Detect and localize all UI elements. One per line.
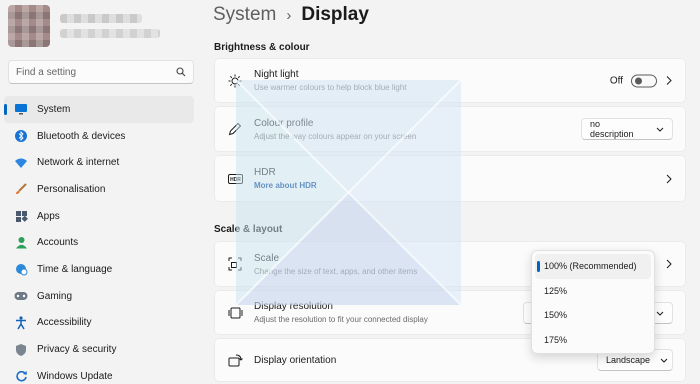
hdr-more-link[interactable]: More about HDR bbox=[254, 181, 317, 190]
sun-icon bbox=[227, 73, 243, 89]
user-profile[interactable] bbox=[8, 5, 160, 47]
search-input[interactable]: Find a setting bbox=[16, 67, 76, 78]
display-resolution-title: Display resolution bbox=[254, 301, 333, 312]
display-orientation-title: Display orientation bbox=[254, 354, 337, 366]
user-name-blurred bbox=[60, 14, 142, 23]
scale-title: Scale bbox=[254, 252, 280, 264]
sidebar-nav: System Bluetooth & devices Network & int… bbox=[0, 96, 200, 384]
sidebar-item-label: Gaming bbox=[37, 290, 73, 302]
update-icon bbox=[14, 369, 28, 383]
scale-option-150[interactable]: 150% bbox=[535, 303, 651, 328]
sidebar-item-label: Bluetooth & devices bbox=[37, 130, 126, 142]
search-icon[interactable] bbox=[176, 67, 186, 77]
sidebar-item-network[interactable]: Network & internet bbox=[4, 149, 194, 176]
chevron-down-icon bbox=[656, 308, 664, 318]
resolution-icon bbox=[227, 305, 243, 321]
colour-profile-subtitle: Adjust the way colours appear on your sc… bbox=[254, 131, 417, 141]
breadcrumb-parent[interactable]: System bbox=[213, 4, 276, 26]
hdr-icon: HDR bbox=[227, 171, 243, 187]
chevron-down-icon bbox=[656, 124, 664, 134]
scale-option-label: 100% (Recommended) bbox=[544, 261, 637, 272]
night-light-title: Night light bbox=[254, 69, 299, 80]
display-orientation-dropdown-value: Landscape bbox=[606, 355, 651, 365]
scale-option-175[interactable]: 175% bbox=[535, 328, 651, 353]
section-title-scale-layout: Scale & layout bbox=[214, 224, 283, 235]
accessibility-icon bbox=[14, 316, 28, 330]
globe-clock-icon bbox=[14, 262, 28, 276]
night-light-toggle[interactable] bbox=[631, 74, 657, 87]
sidebar-item-label: Time & language bbox=[37, 263, 113, 275]
hdr-title: HDR bbox=[254, 167, 276, 178]
sidebar-item-label: Privacy & security bbox=[37, 344, 117, 356]
scale-icon bbox=[227, 256, 243, 272]
account-icon bbox=[14, 236, 28, 250]
sidebar-item-apps[interactable]: Apps bbox=[4, 203, 194, 230]
brush-icon bbox=[14, 182, 28, 196]
sidebar-item-label: Windows Update bbox=[37, 370, 113, 382]
scale-option-label: 150% bbox=[544, 310, 568, 321]
system-icon bbox=[14, 102, 28, 116]
sidebar-item-label: Apps bbox=[37, 210, 60, 222]
night-light-toggle-label: Off bbox=[609, 75, 623, 86]
hdr-icon-text: HDR bbox=[230, 177, 241, 183]
user-info-blurred bbox=[60, 14, 160, 38]
breadcrumb: System › Display bbox=[213, 4, 369, 26]
colour-profile-title: Colour profile bbox=[254, 117, 314, 129]
chevron-right-icon[interactable] bbox=[665, 259, 673, 269]
sidebar-item-label: Accessibility bbox=[37, 317, 92, 329]
bluetooth-icon bbox=[14, 129, 28, 143]
pen-icon bbox=[227, 121, 243, 137]
search-box[interactable]: Find a setting bbox=[8, 60, 194, 84]
sidebar-item-privacy[interactable]: Privacy & security bbox=[4, 336, 194, 363]
colour-profile-card[interactable]: Colour profile Adjust the way colours ap… bbox=[214, 106, 686, 152]
sidebar: Find a setting System Bluetooth & device… bbox=[0, 0, 200, 384]
sidebar-item-system[interactable]: System bbox=[4, 96, 194, 123]
sidebar-item-accessibility[interactable]: Accessibility bbox=[4, 310, 194, 337]
hdr-card[interactable]: HDR HDR More about HDR bbox=[214, 155, 686, 202]
colour-profile-dropdown-value: no description bbox=[590, 119, 634, 139]
scale-option-125[interactable]: 125% bbox=[535, 279, 651, 304]
user-email-blurred bbox=[60, 29, 160, 38]
scale-option-100[interactable]: 100% (Recommended) bbox=[535, 254, 651, 279]
scale-flyout-menu: 100% (Recommended) 125% 150% 175% bbox=[531, 250, 655, 354]
sidebar-item-label: Accounts bbox=[37, 237, 79, 249]
night-light-card[interactable]: Night light Use warmer colours to help b… bbox=[214, 58, 686, 103]
section-title-brightness: Brightness & colour bbox=[214, 42, 310, 53]
chevron-right-icon[interactable] bbox=[665, 174, 673, 184]
sidebar-item-accounts[interactable]: Accounts bbox=[4, 229, 194, 256]
apps-icon bbox=[14, 209, 28, 223]
scale-option-label: 125% bbox=[544, 285, 568, 296]
sidebar-item-label: System bbox=[37, 103, 71, 115]
page-title: Display bbox=[301, 4, 369, 25]
gamepad-icon bbox=[14, 289, 28, 303]
chevron-down-icon bbox=[660, 355, 668, 365]
sidebar-item-label: Personalisation bbox=[37, 183, 106, 195]
night-light-subtitle: Use warmer colours to help block blue li… bbox=[254, 83, 407, 92]
wifi-icon bbox=[14, 156, 28, 170]
sidebar-item-windows-update[interactable]: Windows Update bbox=[4, 363, 194, 384]
sidebar-item-personalisation[interactable]: Personalisation bbox=[4, 176, 194, 203]
scale-subtitle: Change the size of text, apps, and other… bbox=[254, 266, 418, 276]
display-resolution-subtitle: Adjust the resolution to fit your connec… bbox=[254, 315, 428, 324]
orientation-icon bbox=[227, 352, 243, 368]
sidebar-item-time-language[interactable]: Time & language bbox=[4, 256, 194, 283]
avatar[interactable] bbox=[8, 5, 50, 47]
sidebar-item-label: Network & internet bbox=[37, 157, 120, 169]
sidebar-item-bluetooth[interactable]: Bluetooth & devices bbox=[4, 123, 194, 150]
breadcrumb-separator: › bbox=[286, 7, 292, 24]
sidebar-item-gaming[interactable]: Gaming bbox=[4, 283, 194, 310]
scale-option-label: 175% bbox=[544, 334, 568, 345]
colour-profile-dropdown[interactable]: no description bbox=[581, 118, 673, 140]
chevron-right-icon[interactable] bbox=[665, 76, 673, 86]
shield-icon bbox=[14, 343, 28, 357]
